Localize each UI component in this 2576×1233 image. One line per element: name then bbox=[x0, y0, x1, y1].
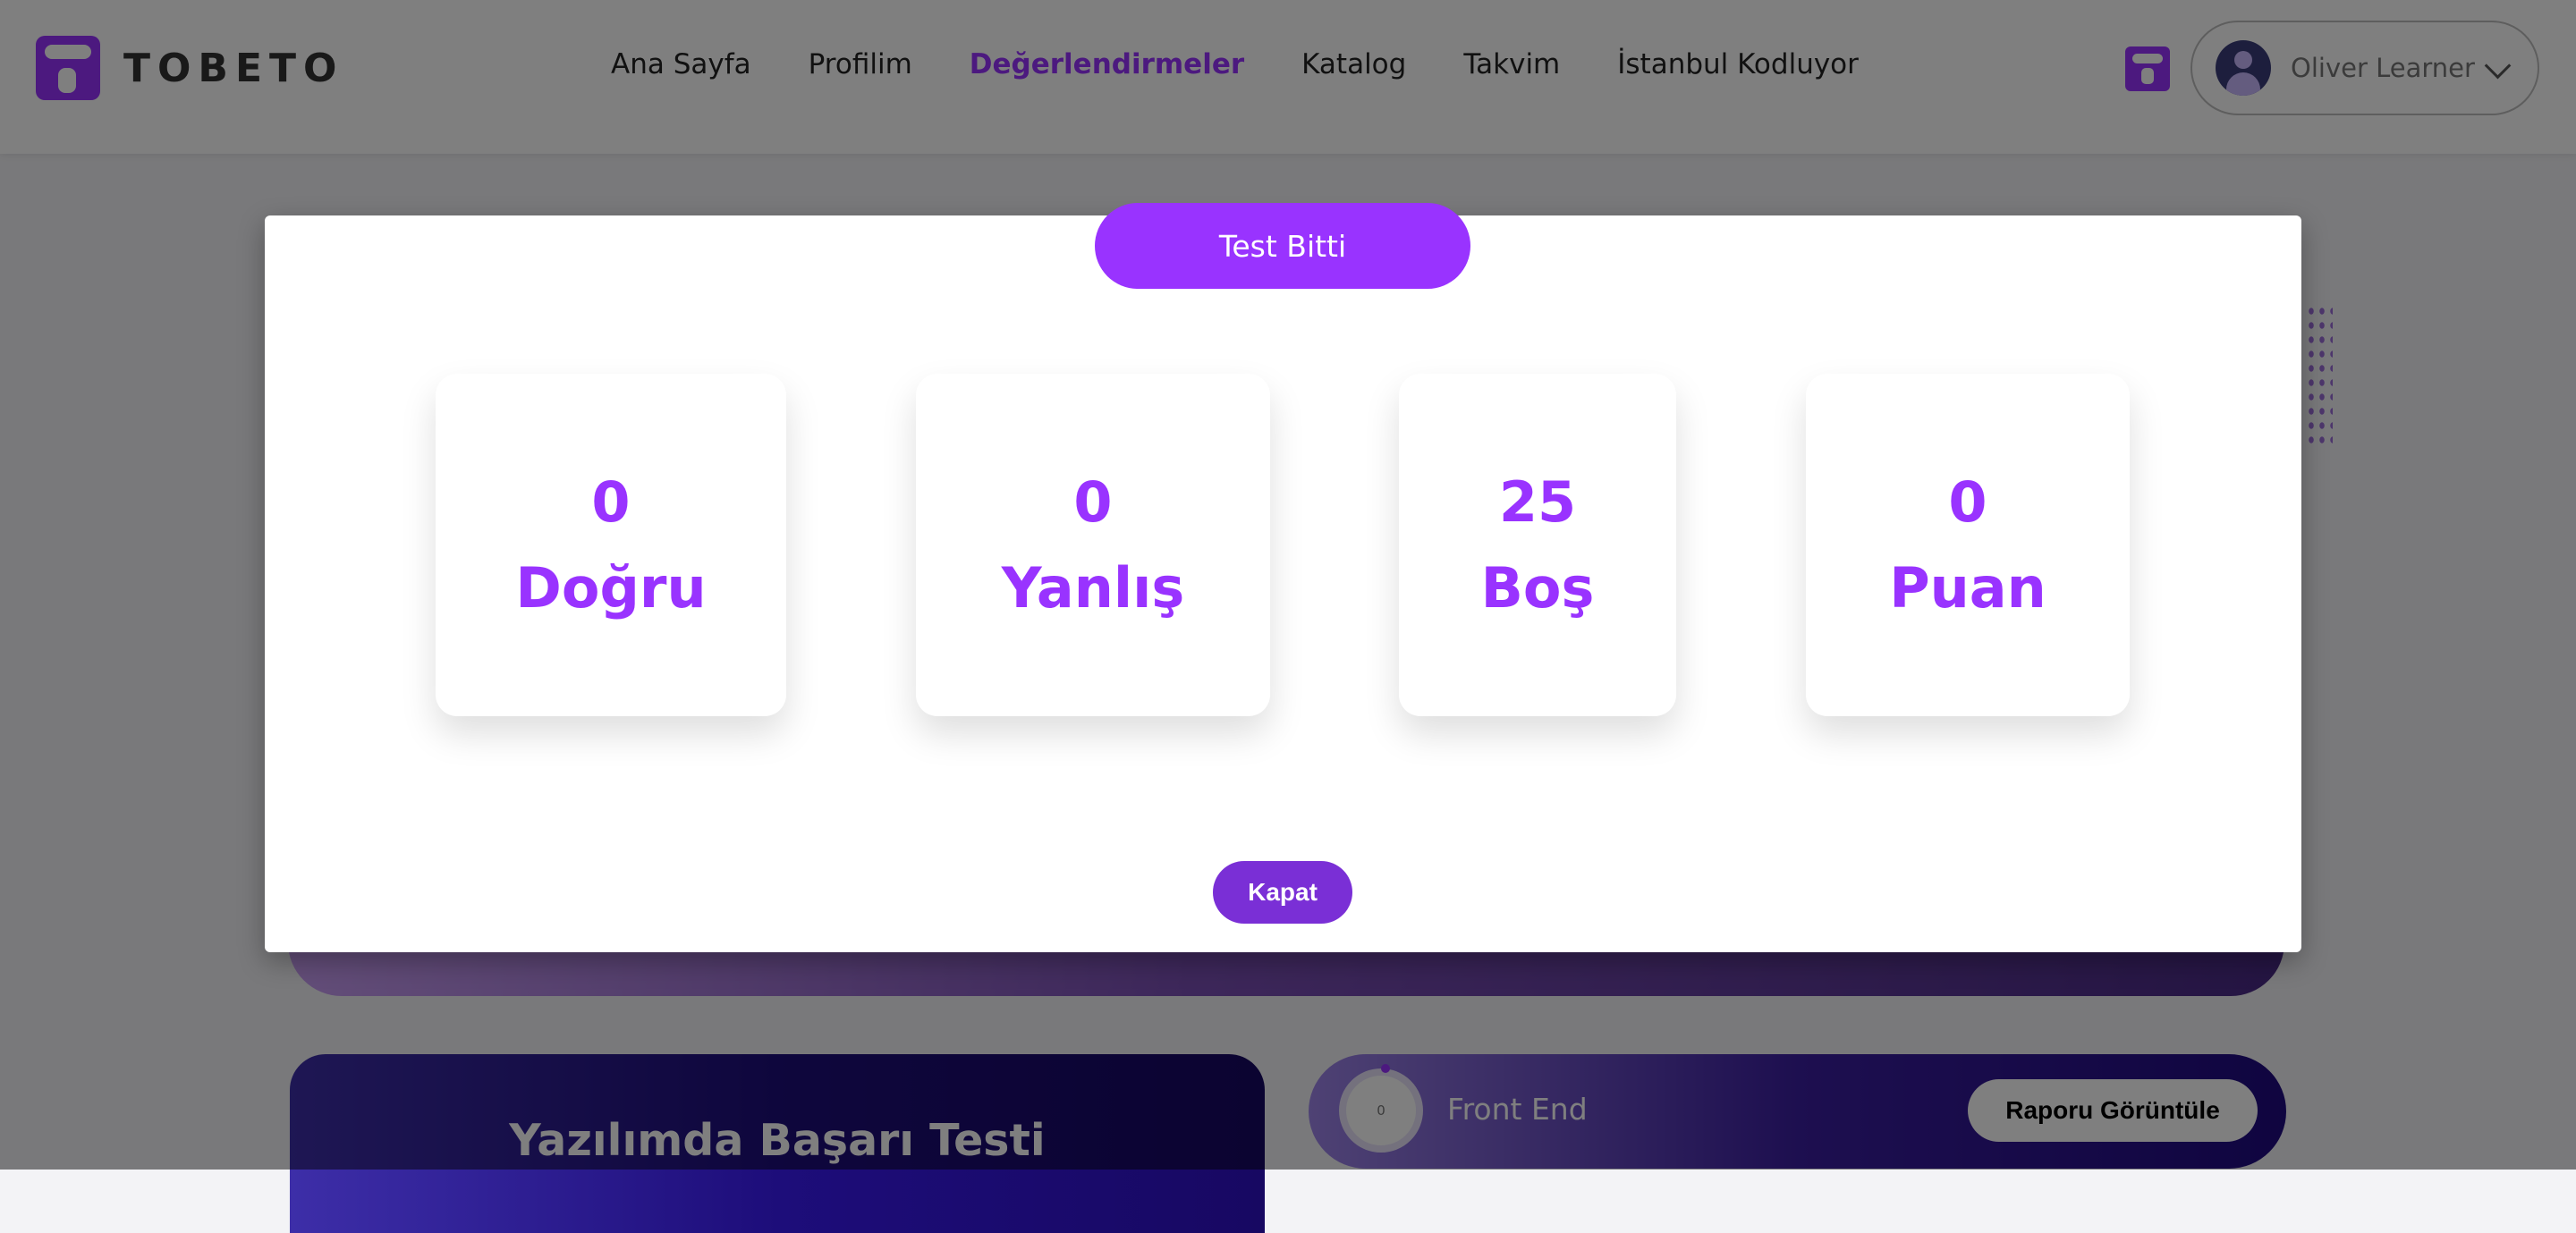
stat-value: 0 bbox=[1073, 469, 1113, 535]
stat-label: Boş bbox=[1480, 554, 1595, 621]
test-result-modal: Test Bitti 0 Doğru 0 Yanlış 25 Boş 0 Pua… bbox=[265, 203, 2301, 952]
stat-card-wrong: 0 Yanlış bbox=[916, 374, 1270, 716]
close-button[interactable]: Kapat bbox=[1213, 861, 1352, 924]
stat-value: 25 bbox=[1498, 469, 1577, 535]
stat-card-score: 0 Puan bbox=[1806, 374, 2130, 716]
stat-label: Doğru bbox=[515, 554, 707, 621]
stat-value: 0 bbox=[591, 469, 631, 535]
stat-label: Yanlış bbox=[1001, 554, 1185, 621]
stat-value: 0 bbox=[1948, 469, 1987, 535]
stat-card-empty: 25 Boş bbox=[1399, 374, 1676, 716]
stat-label: Puan bbox=[1889, 554, 2046, 621]
modal-title: Test Bitti bbox=[1095, 203, 1470, 289]
stat-card-correct: 0 Doğru bbox=[436, 374, 786, 716]
